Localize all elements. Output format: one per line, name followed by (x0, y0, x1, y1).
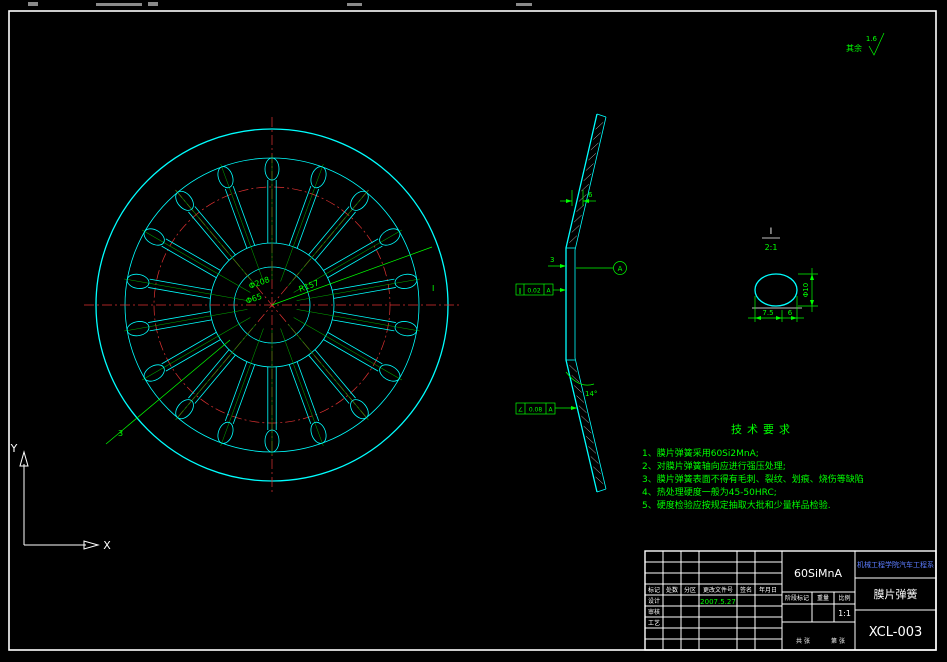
part-name: 膜片弹簧 (874, 587, 918, 601)
tech-requirements: 技术要求 1、膜片弹簧采用60Si2MnA; 2、对膜片弹簧轴向应进行强压处理;… (642, 423, 864, 511)
side-view: 6 3 14° A ∥ 0.02 A ∠ 0.08 A (515, 113, 627, 493)
fcf-angularity: ∠ 0.08 A (515, 402, 577, 415)
detail-dim-6: 6 (788, 309, 793, 317)
section-top-cap (596, 113, 607, 118)
rev-header-mark: 标记 (648, 586, 660, 594)
design-date: 2007.5.27 (700, 598, 736, 606)
detail-dim-75: 7.5 (762, 309, 773, 317)
rev-header-count: 处数 (666, 586, 678, 594)
section-bottom-cap (596, 488, 607, 493)
x-axis-arrow-icon (83, 540, 100, 550)
role-process: 工艺 (648, 619, 660, 627)
fcf-tolerance: 0.02 (527, 288, 541, 295)
section-inner-profile (574, 116, 607, 490)
cad-drawing: 3 Φ208 Φ65 R157 I 6 3 14° A ∥ 0.02 A ∠ 0… (8, 2, 937, 651)
dim-outer-diameter: Φ208 (248, 275, 271, 291)
detail-dim-phi10: Φ10 (802, 283, 810, 297)
detail-label: I (770, 227, 773, 237)
roughness-value: 1.6 (866, 35, 878, 43)
slot-width-leader (105, 339, 231, 445)
ucs-icon: Y X (10, 442, 112, 552)
section-hatch (569, 122, 604, 485)
tech-req-item-4: 4、热处理硬度一般为45-50HRC; (642, 486, 777, 498)
datum-a-label: A (618, 265, 623, 273)
rev-header-zone: 分区 (684, 586, 696, 594)
title-block: 标记 处数 分区 更改文件号 签名 年月日 设计 2007.5.27 审核 工艺… (644, 550, 937, 651)
rev-header-sign: 签名 (740, 586, 752, 594)
dim-rim-width: 6 (588, 191, 593, 199)
detail-scale: 2:1 (765, 243, 778, 252)
section-outer-profile (565, 113, 598, 493)
arrowhead (810, 274, 814, 280)
main-view: 3 Φ208 Φ65 R157 I (84, 117, 460, 493)
tech-req-item-1: 1、膜片弹簧采用60Si2MnA; (642, 447, 759, 459)
tech-req-item-5: 5、硬度检验应按规定抽取大批和少量样品检验. (642, 499, 831, 511)
fcf-symbol: ∠ (518, 407, 523, 414)
material-label: 60SiMnA (794, 567, 842, 580)
fcf-parallelism: ∥ 0.02 A (515, 283, 566, 296)
arrowhead (776, 316, 782, 320)
rev-header-docno: 更改文件号 (703, 586, 733, 594)
detail-ref-label: I (432, 284, 434, 293)
weight-header: 重量 (817, 594, 829, 602)
detail-profile (754, 273, 798, 307)
fcf-datum: A (548, 407, 553, 414)
dim-cone-angle: 14° (585, 390, 597, 398)
fcf-datum: A (546, 288, 551, 295)
tech-req-item-3: 3、膜片弹簧表面不得有毛刺、裂纹、划痕、烧伤等缺陷 (642, 473, 864, 485)
drawing-number: XCL-003 (869, 625, 923, 640)
roughness-prefix: 其余 (846, 43, 862, 53)
sheet-total: 共 张 (796, 637, 810, 645)
menu-remnants (28, 2, 532, 6)
arrowhead (755, 316, 761, 320)
arrowhead (560, 264, 566, 268)
organization-name: 机械工程学院汽车工程系 (857, 560, 934, 569)
y-axis-arrow-icon (19, 450, 29, 467)
sheet-number: 第 张 (831, 637, 845, 645)
dim-thickness: 3 (550, 256, 554, 264)
tech-req-item-2: 2、对膜片弹簧轴向应进行强压处理; (642, 460, 786, 472)
role-design: 设计 (648, 597, 660, 605)
cad-viewport[interactable]: 3 Φ208 Φ65 R157 I 6 3 14° A ∥ 0.02 A ∠ 0… (0, 0, 947, 662)
arrowhead (810, 300, 814, 306)
stage-mark-header: 阶段标记 (785, 594, 809, 602)
roughness-note: 其余 1.6 (846, 32, 885, 56)
arrowhead (566, 199, 572, 203)
tech-req-title: 技术要求 (731, 423, 795, 436)
dim-slot-width: 3 (118, 429, 123, 438)
rev-header-date: 年月日 (759, 586, 777, 594)
fcf-tolerance: 0.08 (529, 407, 543, 414)
ucs-x-label: X (103, 539, 111, 552)
dim-inner-diameter: Φ65 (245, 292, 264, 306)
fcf-symbol: ∥ (519, 288, 522, 295)
detail-view: I 2:1 7.5 6 Φ10 (748, 227, 818, 322)
scale-value: 1:1 (838, 609, 851, 618)
scale-header: 比例 (838, 594, 850, 602)
ucs-y-label: Y (10, 442, 18, 455)
role-check: 审核 (648, 608, 660, 616)
